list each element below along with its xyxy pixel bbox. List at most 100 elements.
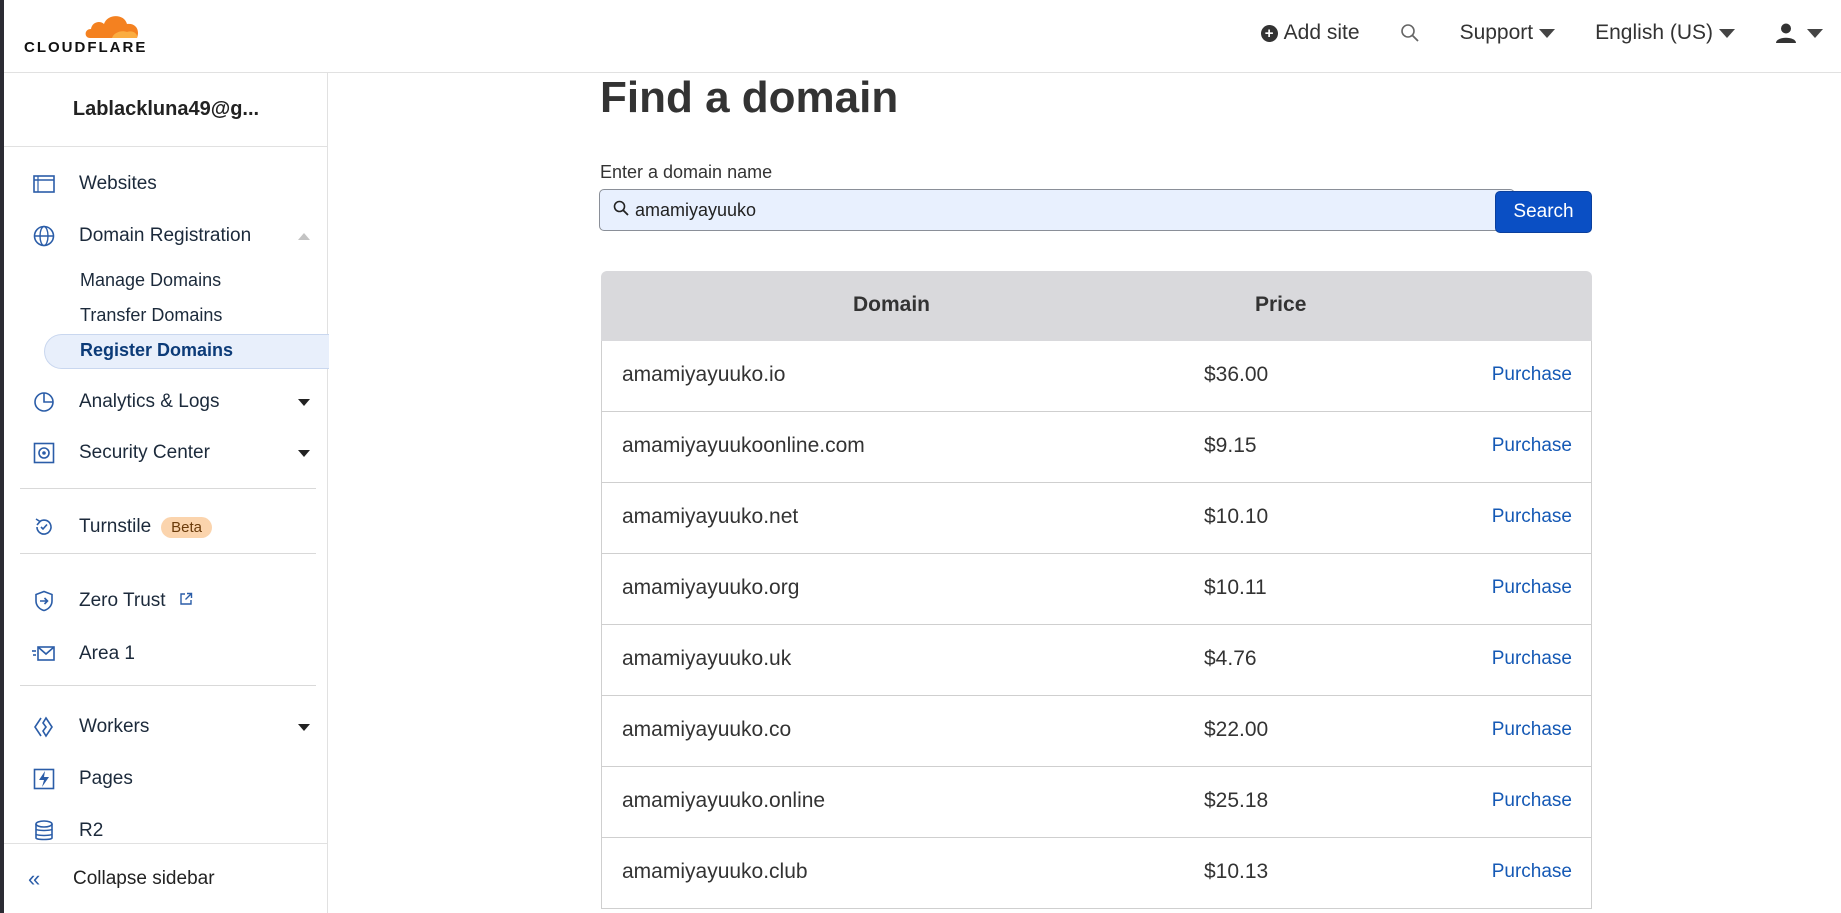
account-name[interactable]: Lablackluna49@g... [4, 73, 328, 147]
table-row: amamiyayuuko.uk $4.76 Purchase [601, 625, 1592, 696]
sidebar-item-domain-registration[interactable]: Domain Registration [4, 216, 328, 256]
price-cell: $4.76 [1204, 647, 1257, 670]
domain-cell: amamiyayuuko.net [622, 505, 799, 528]
database-icon [32, 819, 56, 843]
workers-icon [32, 715, 56, 739]
chevron-down-icon [1807, 28, 1823, 38]
sidebar-item-label: Turnstile [79, 516, 152, 537]
domain-cell: amamiyayuuko.uk [622, 647, 792, 670]
price-cell: $36.00 [1204, 363, 1269, 386]
external-link-icon [180, 592, 193, 605]
sidebar-subitem-register-domains[interactable]: Register Domains [80, 340, 233, 361]
column-header-price: Price [1255, 293, 1307, 316]
table-row: amamiyayuukoonline.com $9.15 Purchase [601, 412, 1592, 483]
chevron-down-icon[interactable] [298, 723, 310, 731]
domain-cell: amamiyayuuko.io [622, 363, 786, 386]
sidebar-item-label: Zero Trust [79, 590, 166, 611]
language-menu[interactable]: English (US) [1595, 21, 1735, 45]
table-row: amamiyayuuko.org $10.11 Purchase [601, 554, 1592, 625]
sidebar-divider [20, 553, 316, 554]
sidebar-subitem-manage-domains[interactable]: Manage Domains [80, 270, 221, 291]
table-row: amamiyayuuko.net $10.10 Purchase [601, 483, 1592, 554]
purchase-link[interactable]: Purchase [1492, 648, 1572, 670]
purchase-link[interactable]: Purchase [1492, 435, 1572, 457]
turnstile-refresh-icon [32, 515, 56, 539]
sidebar-item-pages[interactable]: Pages [4, 759, 328, 799]
language-label: English (US) [1595, 21, 1713, 44]
purchase-link[interactable]: Purchase [1492, 577, 1572, 599]
column-header-domain: Domain [853, 293, 931, 316]
plus-circle-icon: + [1260, 24, 1278, 42]
sidebar-item-label: R2 [79, 820, 104, 841]
sidebar-item-analytics-logs[interactable]: Analytics & Logs [4, 382, 328, 422]
table-row: amamiyayuuko.online $25.18 Purchase [601, 767, 1592, 838]
chevron-down-icon[interactable] [298, 398, 310, 406]
support-menu[interactable]: Support [1460, 21, 1556, 45]
sidebar-item-zero-trust[interactable]: Zero Trust [4, 581, 328, 621]
sidebar-item-security-center[interactable]: Security Center [4, 433, 328, 473]
mail-speed-icon [32, 642, 56, 666]
sidebar-item-label: Analytics & Logs [79, 391, 220, 412]
cloud-logo-icon [85, 16, 138, 38]
chevron-down-icon[interactable] [298, 449, 310, 457]
sidebar-subitem-transfer-domains[interactable]: Transfer Domains [80, 305, 222, 326]
search-icon [1400, 24, 1419, 42]
support-label: Support [1459, 21, 1534, 44]
beta-badge: Beta [161, 517, 213, 538]
page-title: Find a domain [600, 73, 899, 122]
domain-search-label: Enter a domain name [600, 162, 773, 182]
top-header: CLOUDFLARE + Add site Support English (U… [4, 0, 1841, 73]
domain-search-input[interactable] [635, 199, 1495, 221]
sidebar: Lablackluna49@g... Websites Domain Regis… [4, 73, 334, 913]
purchase-link[interactable]: Purchase [1492, 506, 1572, 528]
purchase-link[interactable]: Purchase [1492, 364, 1572, 386]
collapse-sidebar-button[interactable]: « Collapse sidebar [4, 843, 328, 913]
user-menu[interactable] [1775, 22, 1823, 44]
main-content: Find a domain Enter a domain name Search… [329, 73, 1841, 913]
user-icon [1776, 23, 1796, 43]
purchase-link[interactable]: Purchase [1492, 790, 1572, 812]
price-cell: $9.15 [1204, 434, 1257, 457]
chevron-down-icon [1539, 28, 1556, 38]
table-row: amamiyayuuko.co $22.00 Purchase [601, 696, 1592, 767]
purchase-link[interactable]: Purchase [1492, 861, 1572, 883]
price-cell: $10.10 [1204, 505, 1269, 528]
sidebar-item-label-wrap: Zero Trust [79, 590, 193, 612]
price-cell: $22.00 [1204, 718, 1269, 741]
sidebar-item-label: Pages [79, 768, 133, 789]
table-row: amamiyayuuko.club $10.13 Purchase [601, 838, 1592, 909]
price-cell: $10.13 [1204, 860, 1269, 883]
search-icon-button[interactable] [1400, 23, 1420, 43]
purchase-link[interactable]: Purchase [1492, 719, 1572, 741]
zero-trust-shield-icon [32, 589, 56, 613]
double-chevron-left-icon: « [28, 865, 41, 891]
sidebar-item-label: Security Center [79, 442, 210, 463]
sidebar-divider [20, 685, 316, 686]
table-row: amamiyayuuko.io $36.00 Purchase [601, 341, 1592, 412]
sidebar-divider [20, 488, 316, 489]
chevron-up-icon[interactable] [298, 232, 310, 240]
cloudflare-logo[interactable]: CLOUDFLARE [24, 8, 164, 56]
browser-window-icon [32, 172, 56, 196]
header-actions: + Add site Support English (US) [1260, 0, 1841, 66]
chevron-down-icon [1719, 28, 1735, 38]
security-target-icon [32, 441, 56, 465]
add-site-label: Add site [1283, 21, 1360, 44]
table-header: Domain Price [601, 271, 1592, 341]
globe-icon [32, 224, 56, 248]
sidebar-item-workers[interactable]: Workers [4, 707, 328, 747]
sidebar-item-label-wrap: Turnstile Beta [79, 516, 213, 538]
sidebar-item-label: Area 1 [79, 643, 135, 664]
sidebar-item-label: Domain Registration [79, 225, 252, 246]
sidebar-item-websites[interactable]: Websites [4, 164, 328, 204]
domain-search-field[interactable] [599, 189, 1515, 231]
add-site-button[interactable]: + Add site [1260, 21, 1360, 45]
sidebar-item-turnstile[interactable]: Turnstile Beta [4, 507, 328, 547]
table-body: amamiyayuuko.io $36.00 Purchase amamiyayuuk… [601, 341, 1592, 909]
domain-cell: amamiyayuuko.org [622, 576, 800, 599]
sidebar-item-area1[interactable]: Area 1 [4, 634, 328, 674]
domain-cell: amamiyayuuko.club [622, 860, 808, 883]
pie-chart-icon [32, 390, 56, 414]
search-icon [613, 200, 629, 221]
search-button[interactable]: Search [1495, 191, 1592, 233]
